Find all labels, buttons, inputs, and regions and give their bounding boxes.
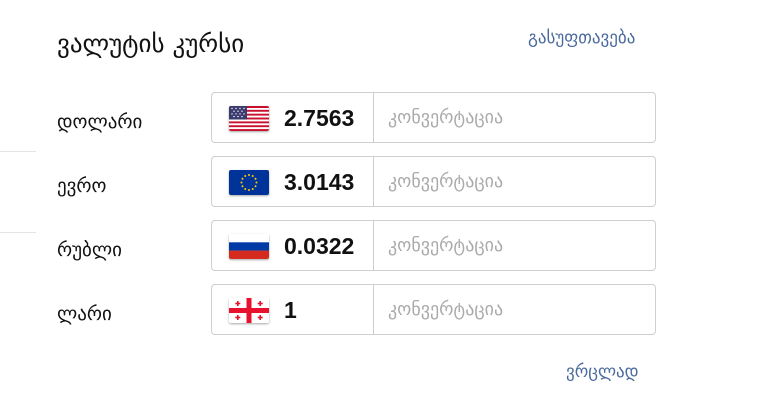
convert-input[interactable] xyxy=(374,93,654,141)
more-link[interactable]: ვრცლად xyxy=(566,358,639,386)
rate-cell: 2.7563 xyxy=(212,93,374,142)
us-flag-icon xyxy=(229,106,269,131)
currency-row-gel: ლარი 1 xyxy=(0,284,776,338)
ge-flag-icon xyxy=(229,298,269,323)
currency-box: 3.0143 xyxy=(211,156,656,207)
currency-box: 1 xyxy=(211,284,656,335)
eu-flag-icon xyxy=(229,170,269,195)
currency-box: 2.7563 xyxy=(211,92,656,143)
rate-value: 0.0322 xyxy=(284,233,355,259)
convert-input[interactable] xyxy=(374,157,654,205)
divider xyxy=(0,151,36,152)
currency-row-usd: დოლარი 2.7563 კონვერტაცია xyxy=(0,92,776,146)
rate-cell: 3.0143 xyxy=(212,157,374,206)
ru-flag-icon xyxy=(229,234,269,259)
rate-cell: 0.0322 xyxy=(212,221,374,270)
currency-rates-widget: ვალუტის კურსი გასუფთავება დოლარი 2.7563 … xyxy=(0,0,776,408)
rate-value: 2.7563 xyxy=(284,105,355,131)
clear-link[interactable]: გასუფთავება xyxy=(528,24,635,52)
convert-input[interactable] xyxy=(374,221,654,269)
convert-input[interactable] xyxy=(374,285,654,333)
currency-row-eur: ევრო 3.0143 კონვერტაცია xyxy=(0,156,776,210)
currency-name: ევრო xyxy=(57,175,107,197)
currency-box: 0.0322 xyxy=(211,220,656,271)
rate-cell: 1 xyxy=(212,285,374,334)
rate-value: 1 xyxy=(284,297,297,323)
currency-name: ლარი xyxy=(57,303,112,325)
rate-value: 3.0143 xyxy=(284,169,355,195)
widget-title: ვალუტის კურსი xyxy=(57,29,245,58)
currency-row-rub: რუბლი 0.0322 xyxy=(0,220,776,274)
currency-name: დოლარი xyxy=(57,111,143,133)
currency-name: რუბლი xyxy=(57,239,122,261)
